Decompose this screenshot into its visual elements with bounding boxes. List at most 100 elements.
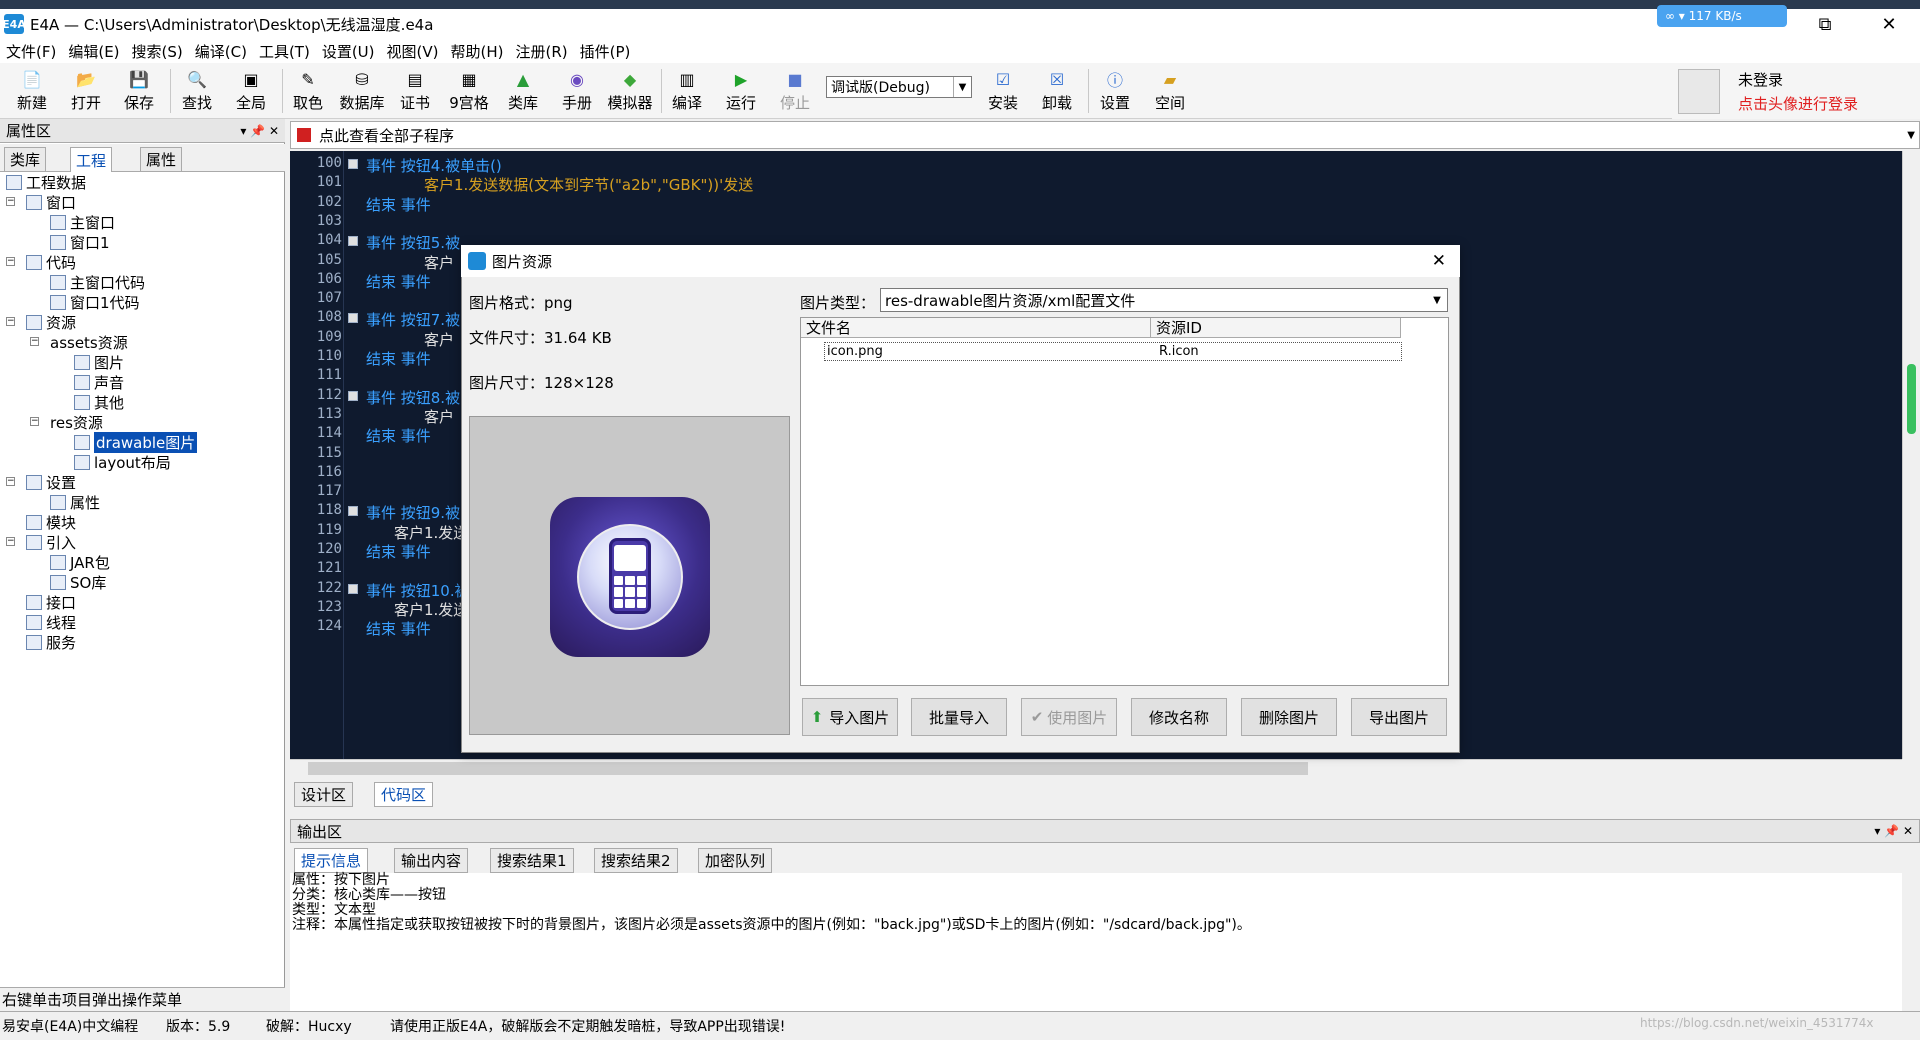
tree-window1-code[interactable]: 窗口1代码: [50, 292, 140, 312]
global-button[interactable]: ▣ 全局: [226, 67, 276, 115]
tree-assets[interactable]: assets资源: [50, 332, 414, 352]
column-header-resource-id[interactable]: 资源ID: [1151, 318, 1401, 338]
close-window-button[interactable]: ✕: [1866, 9, 1912, 39]
dialog-close-button[interactable]: ✕: [1432, 251, 1446, 271]
tree-others[interactable]: 其他: [74, 392, 124, 412]
collapse-icon[interactable]: −: [6, 537, 15, 546]
tree-interface[interactable]: 接口: [26, 592, 76, 612]
tab-project[interactable]: 工程: [70, 147, 113, 172]
tab-search-results-2[interactable]: 搜索结果2: [594, 848, 678, 873]
scroll-thumb[interactable]: [1907, 364, 1916, 434]
import-image-button[interactable]: ⬆ 导入图片: [802, 698, 898, 736]
maximize-button[interactable]: ⧉: [1802, 9, 1848, 39]
build-mode-select[interactable]: 调试版(Debug) ▼: [826, 76, 972, 98]
fold-icon[interactable]: [348, 313, 358, 323]
menu-view[interactable]: 视图(V): [381, 41, 445, 62]
panel-controls-icon[interactable]: ▾ 📌 ✕: [240, 124, 279, 138]
collapse-icon[interactable]: −: [6, 317, 15, 326]
tree-sounds[interactable]: 声音: [74, 372, 124, 392]
tree-window1[interactable]: 窗口1: [50, 232, 110, 252]
tab-properties[interactable]: 属性: [140, 147, 183, 171]
tree-images[interactable]: 图片: [74, 352, 124, 372]
column-header-filename[interactable]: 文件名: [801, 318, 1151, 338]
tree-root[interactable]: 工程数据: [6, 172, 86, 192]
tree-main-window[interactable]: 主窗口: [50, 212, 115, 232]
collapse-icon[interactable]: −: [30, 417, 39, 426]
rename-button[interactable]: 修改名称: [1131, 698, 1227, 736]
subroutine-dropdown[interactable]: 点此查看全部子程序 ▼: [290, 121, 1920, 149]
avatar[interactable]: [1678, 69, 1720, 114]
menu-compile[interactable]: 编译(C): [189, 41, 253, 62]
login-link[interactable]: 点击头像进行登录: [1738, 93, 1858, 114]
fold-icon[interactable]: [348, 391, 358, 401]
manual-button[interactable]: ◉ 手册: [552, 67, 602, 115]
tree-main-window-code[interactable]: 主窗口代码: [50, 272, 145, 292]
use-image-button[interactable]: ✔ 使用图片: [1021, 698, 1117, 736]
tree-code[interactable]: 代码: [26, 252, 76, 272]
menu-help[interactable]: 帮助(H): [444, 41, 509, 62]
save-button[interactable]: 💾 保存: [114, 67, 164, 115]
collapse-icon[interactable]: −: [6, 257, 15, 266]
panel-controls-icon[interactable]: ▾ 📌 ✕: [1874, 824, 1913, 838]
tab-design[interactable]: 设计区: [294, 782, 354, 807]
tab-classlib[interactable]: 类库: [4, 147, 47, 171]
grid9-button[interactable]: ▦ 9宫格: [444, 67, 494, 115]
run-button[interactable]: ▶ 运行: [716, 67, 766, 115]
menu-edit[interactable]: 编辑(E): [62, 41, 125, 62]
tree-window[interactable]: 窗口: [26, 192, 76, 212]
tab-hint-info[interactable]: 提示信息: [294, 848, 369, 873]
batch-import-button[interactable]: 批量导入: [911, 698, 1007, 736]
tree-so[interactable]: SO库: [50, 572, 106, 592]
tab-output-content[interactable]: 输出内容: [394, 848, 469, 873]
tree-settings[interactable]: 设置: [26, 472, 76, 492]
menu-search[interactable]: 搜索(S): [126, 41, 189, 62]
image-type-select[interactable]: res-drawable图片资源/xml配置文件 ▼: [880, 288, 1448, 312]
h-scroll-thumb[interactable]: [308, 762, 1308, 775]
resource-list[interactable]: [800, 317, 1449, 686]
horizontal-scrollbar[interactable]: [290, 759, 1902, 777]
menu-plugins[interactable]: 插件(P): [574, 41, 637, 62]
menu-settings[interactable]: 设置(U): [316, 41, 381, 62]
tree-jar[interactable]: JAR包: [50, 552, 110, 572]
install-button[interactable]: ☑ 安装: [978, 67, 1028, 115]
settings-button[interactable]: ⓘ 设置: [1090, 67, 1140, 115]
tree-thread[interactable]: 线程: [26, 612, 76, 632]
cert-button[interactable]: ▤ 证书: [390, 67, 440, 115]
menu-file[interactable]: 文件(F): [0, 41, 62, 62]
fold-icon[interactable]: [348, 236, 358, 246]
menu-register[interactable]: 注册(R): [509, 41, 573, 62]
tree-modules[interactable]: 模块: [26, 512, 76, 532]
collapse-icon[interactable]: −: [6, 477, 15, 486]
fold-icon[interactable]: [348, 584, 358, 594]
tree-drawable[interactable]: drawable图片: [74, 431, 198, 453]
tab-code[interactable]: 代码区: [374, 782, 434, 807]
pick-color-button[interactable]: ✎ 取色: [283, 67, 333, 115]
tree-layout[interactable]: layout布局: [74, 452, 171, 472]
classlib-button[interactable]: ▲ 类库: [498, 67, 548, 115]
open-button[interactable]: 📂 打开: [61, 67, 111, 115]
export-image-button[interactable]: 导出图片: [1351, 698, 1447, 736]
space-button[interactable]: ▰ 空间: [1145, 67, 1195, 115]
find-button[interactable]: 🔍 查找: [172, 67, 222, 115]
uninstall-button[interactable]: ☒ 卸载: [1032, 67, 1082, 115]
menu-tools[interactable]: 工具(T): [253, 41, 316, 62]
emulator-button[interactable]: ◆ 模拟器: [605, 67, 655, 115]
tree-resources[interactable]: 资源: [26, 312, 76, 332]
tab-encrypt-queue[interactable]: 加密队列: [698, 848, 773, 873]
fold-icon[interactable]: [348, 159, 358, 169]
delete-image-button[interactable]: 删除图片: [1241, 698, 1337, 736]
tree-properties[interactable]: 属性: [50, 492, 100, 512]
stop-button[interactable]: ■ 停止: [770, 67, 820, 115]
tree-service[interactable]: 服务: [26, 632, 76, 652]
new-button[interactable]: 📄 新建: [7, 67, 57, 115]
tree-res[interactable]: res资源: [50, 412, 414, 432]
collapse-icon[interactable]: −: [30, 337, 39, 346]
table-row[interactable]: icon.png R.icon: [824, 342, 1402, 361]
tree-imports[interactable]: 引入: [26, 532, 76, 552]
database-button[interactable]: ⛁ 数据库: [337, 67, 387, 115]
vertical-scrollbar[interactable]: [1902, 151, 1920, 759]
collapse-icon[interactable]: −: [6, 197, 15, 206]
tab-search-results-1[interactable]: 搜索结果1: [490, 848, 574, 873]
compile-button[interactable]: ▥ 编译: [662, 67, 712, 115]
fold-icon[interactable]: [348, 506, 358, 516]
